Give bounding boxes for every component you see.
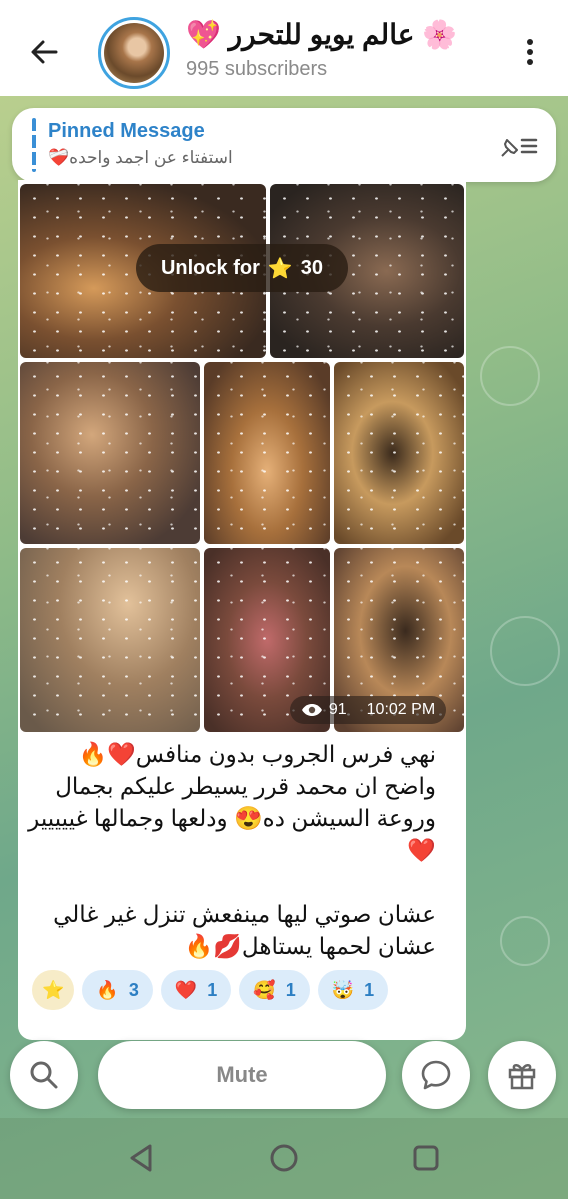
pinned-message-bar[interactable]: Pinned Message استفتاء عن اجمد واحده❤️‍🩹 bbox=[12, 108, 556, 182]
caption-line: عشان صوتي ليها مينفعش تنزل غير غالي bbox=[53, 901, 436, 927]
doodle-circle bbox=[480, 346, 540, 406]
unlock-price: 30 bbox=[300, 256, 324, 279]
reaction-love-face[interactable]: 🥰 1 bbox=[239, 970, 310, 1010]
media-tile[interactable] bbox=[334, 362, 464, 544]
search-icon bbox=[30, 1061, 58, 1089]
reaction-star[interactable]: ⭐ bbox=[32, 970, 75, 1010]
views-eye-icon bbox=[301, 704, 322, 716]
mind-blown-icon: 🤯 bbox=[331, 979, 355, 1000]
reactions-row: ⭐ 🔥 3 ❤️ 1 🥰 1 🤯 1 bbox=[32, 970, 389, 1012]
reaction-heart[interactable]: ❤️ 1 bbox=[160, 970, 232, 1010]
channel-name: عالم يويو للتحرر 🌸 bbox=[228, 19, 458, 50]
caption-line: واضح ان محمد قرر يسيطر عليكم بجمال bbox=[55, 773, 436, 799]
message-meta: 91 10:02 PM bbox=[290, 696, 446, 724]
love-face-icon: 🥰 bbox=[253, 979, 276, 1000]
caption-line: ❤️ bbox=[407, 837, 436, 863]
media-tile[interactable] bbox=[204, 362, 330, 544]
pinned-indicator bbox=[32, 118, 36, 172]
star-reaction-icon: ⭐ bbox=[42, 979, 65, 1000]
view-count: 91 bbox=[328, 701, 347, 718]
caption-line: عشان لحمها يستاهل💋🔥 bbox=[184, 933, 436, 959]
unlock-label: Unlock for bbox=[160, 256, 260, 279]
channel-title[interactable]: 💖 عالم يويو للتحرر 🌸 bbox=[186, 18, 457, 51]
chat-header: 💖 عالم يويو للتحرر 🌸 995 subscribers bbox=[0, 0, 568, 96]
nav-back-icon[interactable] bbox=[124, 1140, 160, 1176]
subscriber-count: 995 subscribers bbox=[186, 58, 328, 80]
channel-avatar[interactable] bbox=[98, 17, 170, 89]
message-time: 10:02 PM bbox=[366, 701, 436, 718]
reaction-mind-blown[interactable]: 🤯 1 bbox=[317, 970, 389, 1010]
title-emoji: 💖 bbox=[186, 19, 221, 50]
message-caption: نهي فرس الجروب بدون منافس❤️🔥 واضح ان محم… bbox=[28, 738, 436, 962]
pinned-text: استفتاء عن اجمد واحده❤️‍🩹 bbox=[48, 148, 233, 167]
media-tile[interactable] bbox=[20, 362, 200, 544]
pinned-list-icon[interactable] bbox=[498, 132, 538, 160]
fire-icon: 🔥 bbox=[96, 979, 119, 1000]
comments-button[interactable] bbox=[402, 1041, 470, 1109]
caption-line: وروعة السيشن ده😍 ودلعها وجمالها غييييير bbox=[28, 805, 436, 831]
reaction-count: 1 bbox=[364, 979, 375, 1000]
pinned-title: Pinned Message bbox=[48, 120, 205, 142]
more-options-icon[interactable] bbox=[520, 36, 540, 68]
caption-blank bbox=[30, 866, 436, 898]
caption-line: نهي فرس الجروب بدون منافس❤️🔥 bbox=[78, 741, 436, 767]
mute-button[interactable]: Mute bbox=[98, 1041, 386, 1109]
nav-recents-icon[interactable] bbox=[408, 1140, 444, 1176]
reaction-fire[interactable]: 🔥 3 bbox=[82, 970, 153, 1010]
star-icon: ⭐ bbox=[267, 257, 293, 280]
reaction-count: 1 bbox=[207, 979, 218, 1000]
doodle-circle bbox=[490, 616, 560, 686]
unlock-button[interactable]: Unlock for ⭐ 30 bbox=[136, 244, 348, 292]
nav-home-icon[interactable] bbox=[266, 1140, 302, 1176]
gift-button[interactable] bbox=[488, 1041, 556, 1109]
doodle-circle bbox=[500, 916, 550, 966]
back-arrow-icon[interactable] bbox=[28, 36, 60, 68]
gift-icon bbox=[508, 1064, 536, 1090]
heart-icon: ❤️ bbox=[174, 979, 198, 1000]
chat-bubble-icon bbox=[421, 1060, 451, 1090]
search-button[interactable] bbox=[10, 1041, 78, 1109]
media-tile[interactable] bbox=[20, 548, 200, 732]
reaction-count: 3 bbox=[128, 979, 139, 1000]
reaction-count: 1 bbox=[285, 979, 296, 1000]
